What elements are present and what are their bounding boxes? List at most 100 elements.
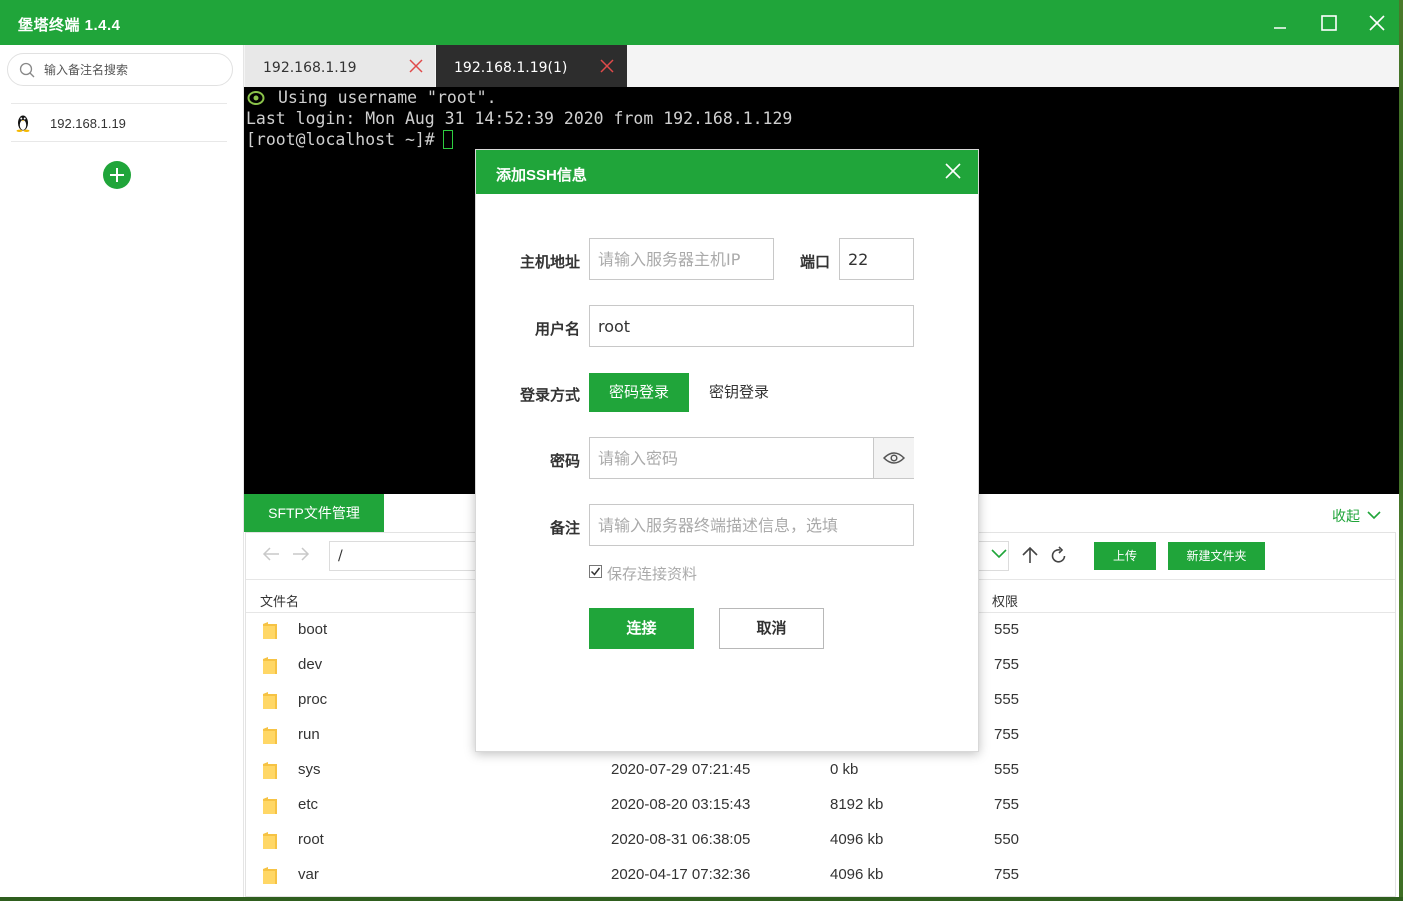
- host-address-input[interactable]: [589, 238, 774, 280]
- folder-icon: [263, 692, 277, 709]
- forward-arrow-icon[interactable]: [292, 547, 310, 561]
- key-login-option[interactable]: 密钥登录: [689, 373, 789, 412]
- title-bar: 堡塔终端 1.4.4: [0, 0, 1399, 45]
- dialog-title: 添加SSH信息: [496, 167, 587, 184]
- password-label: 密码: [549, 453, 580, 470]
- folder-icon: [263, 657, 277, 674]
- save-connection-checkbox[interactable]: [589, 565, 602, 578]
- add-ssh-dialog: 添加SSH信息 主机地址 端口 用户名 登录方式 密码登录 密钥登录 密码 备注…: [475, 149, 979, 752]
- upload-button[interactable]: 上传: [1094, 542, 1156, 570]
- tab-label: 192.168.1.19(1): [454, 60, 568, 76]
- folder-icon: [263, 832, 277, 849]
- file-permission: 555: [994, 621, 1020, 638]
- file-modified-date: 2020-08-31 06:38:05: [611, 831, 751, 848]
- folder-icon: [263, 622, 277, 639]
- connect-button[interactable]: 连接: [589, 608, 694, 649]
- file-permission: 755: [994, 866, 1020, 883]
- new-folder-button[interactable]: 新建文件夹: [1168, 542, 1265, 570]
- folder-icon: [263, 867, 277, 884]
- collapse-button[interactable]: 收起: [1332, 506, 1381, 526]
- path-dropdown-icon[interactable]: [991, 549, 1007, 559]
- checkmark-icon: [590, 567, 601, 576]
- refresh-icon[interactable]: [1051, 546, 1067, 564]
- terminal-prompt: [root@localhost ~]#: [246, 130, 435, 149]
- dialog-header: 添加SSH信息: [476, 150, 978, 194]
- back-arrow-icon[interactable]: [262, 547, 280, 561]
- file-row[interactable]: etc 2020-08-20 03:15:43 8192 kb 755: [246, 788, 1395, 823]
- file-name: var: [298, 866, 319, 883]
- file-size: 0 kb: [830, 761, 859, 778]
- sidebar: 192.168.1.19: [0, 45, 244, 897]
- add-host-button[interactable]: [103, 161, 131, 189]
- tab-session-2[interactable]: 192.168.1.19(1): [436, 45, 627, 87]
- file-modified-date: 2020-04-17 07:32:36: [611, 866, 751, 883]
- tab-label: 192.168.1.19: [263, 60, 357, 76]
- username-input[interactable]: [589, 305, 914, 347]
- terminal-line: Last login: Mon Aug 31 14:52:39 2020 fro…: [246, 109, 793, 128]
- column-header-name[interactable]: 文件名: [260, 591, 299, 610]
- file-name: etc: [298, 796, 319, 813]
- file-permission: 555: [994, 761, 1020, 778]
- file-name: proc: [298, 691, 328, 708]
- file-permission: 755: [994, 656, 1020, 673]
- port-label: 端口: [799, 254, 830, 271]
- folder-icon: [263, 727, 277, 744]
- file-modified-date: 2020-07-29 07:21:45: [611, 761, 751, 778]
- note-input[interactable]: [589, 504, 914, 546]
- tab-session-1[interactable]: 192.168.1.19: [245, 45, 435, 87]
- save-connection-label[interactable]: 保存连接资料: [607, 563, 697, 584]
- file-size: 8192 kb: [830, 796, 884, 813]
- sftp-tab[interactable]: SFTP文件管理: [244, 494, 384, 532]
- file-name: sys: [298, 761, 321, 778]
- maximize-icon: [1321, 14, 1337, 31]
- file-name: boot: [298, 621, 328, 638]
- up-directory-icon[interactable]: [1022, 546, 1038, 564]
- file-row[interactable]: root 2020-08-31 06:38:05 4096 kb 550: [246, 823, 1395, 858]
- chevron-down-icon: [1367, 511, 1381, 520]
- close-icon[interactable]: [944, 162, 962, 180]
- file-permission: 550: [994, 831, 1020, 848]
- password-login-option[interactable]: 密码登录: [589, 373, 689, 412]
- host-address-label: 主机地址: [519, 254, 580, 271]
- folder-icon: [263, 797, 277, 814]
- close-tab-icon[interactable]: [409, 59, 423, 73]
- session-tab-bar: 192.168.1.19 192.168.1.19(1): [244, 45, 1399, 87]
- sidebar-divider: [11, 103, 227, 104]
- sidebar-host-item[interactable]: 192.168.1.19: [11, 105, 227, 141]
- minimize-icon: [1274, 26, 1286, 29]
- desktop-background-bottom: [0, 897, 1403, 901]
- terminal-cursor: [442, 130, 453, 149]
- maximize-button[interactable]: [1305, 0, 1353, 45]
- file-name: run: [298, 726, 320, 743]
- file-row[interactable]: var 2020-04-17 07:32:36 4096 kb 755: [246, 858, 1395, 893]
- close-tab-icon[interactable]: [600, 59, 614, 73]
- file-name: dev: [298, 656, 323, 673]
- column-header-permission[interactable]: 权限: [992, 591, 1018, 610]
- port-input[interactable]: [839, 238, 914, 280]
- desktop-background: [1399, 0, 1403, 901]
- show-password-button[interactable]: [873, 438, 914, 478]
- host-label: 192.168.1.19: [50, 116, 126, 131]
- close-icon: [1369, 14, 1385, 31]
- file-row[interactable]: sys 2020-07-29 07:21:45 0 kb 555: [246, 753, 1395, 788]
- terminal-prompt-line: [root@localhost ~]#: [246, 129, 453, 150]
- file-permission: 555: [994, 691, 1020, 708]
- note-label: 备注: [549, 520, 580, 537]
- search-box: [7, 53, 233, 86]
- close-window-button[interactable]: [1353, 0, 1401, 45]
- file-permission: 755: [994, 726, 1020, 743]
- file-modified-date: 2020-08-20 03:15:43: [611, 796, 751, 813]
- sidebar-divider: [11, 141, 227, 142]
- file-name: root: [298, 831, 324, 848]
- file-size: 4096 kb: [830, 831, 884, 848]
- login-method-toggle: 密码登录 密钥登录: [589, 373, 789, 412]
- file-permission: 755: [994, 796, 1020, 813]
- minimize-button[interactable]: [1256, 0, 1304, 45]
- login-method-label: 登录方式: [519, 387, 580, 404]
- search-icon: [19, 62, 35, 78]
- search-input[interactable]: [44, 60, 224, 80]
- cancel-button[interactable]: 取消: [719, 608, 824, 649]
- collapse-label: 收起: [1332, 508, 1360, 524]
- password-input[interactable]: [589, 437, 914, 479]
- putty-icon: [247, 91, 265, 105]
